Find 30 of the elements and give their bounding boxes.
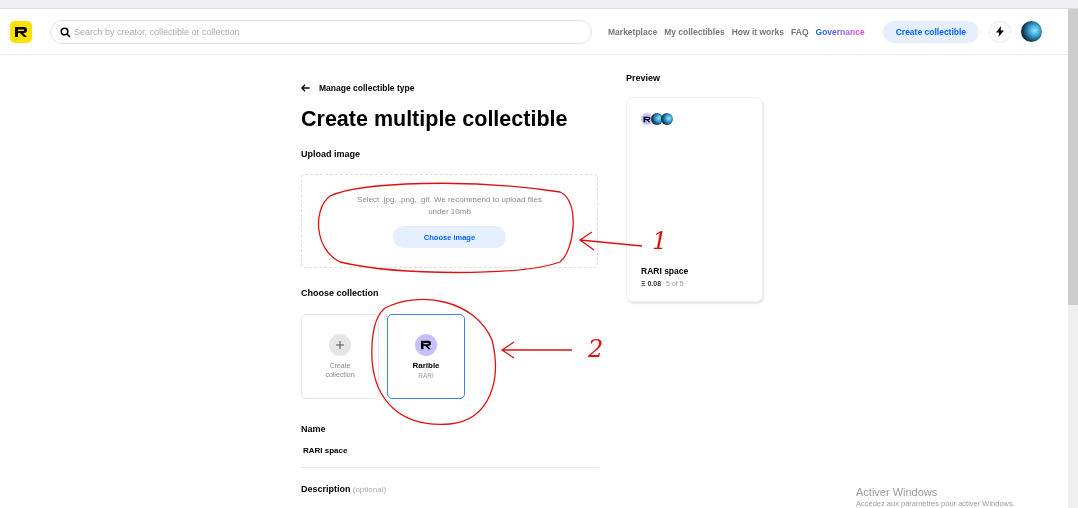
field-label: Name [301,424,327,434]
field-label: Description (optional) [301,484,388,494]
nav-link[interactable]: Marketplace [608,26,658,37]
nav-link[interactable]: How it works [731,26,785,37]
section-heading: Preview [626,73,662,83]
create-collectible-button[interactable]: Create collectible [882,20,980,43]
collection-avatar [415,334,437,356]
back-arrow-icon [301,84,310,92]
lightning-icon[interactable] [989,20,1012,43]
search-field[interactable]: Search by creator, collectible or collection [49,19,592,44]
page-title: Create multiple collectible [301,107,569,131]
annotation-number: 2 [588,336,604,362]
search-icon [59,26,71,38]
back-link[interactable]: Manage collectible type [301,83,598,93]
scrollbar[interactable] [1068,9,1078,508]
avatar[interactable] [1021,21,1042,42]
creator-avatar [661,113,673,125]
collection-name: Rarible [412,361,440,370]
annotation-arrow [578,231,643,251]
section-heading: Upload image [301,149,361,159]
collection-avatar [641,113,653,125]
upload-hint: Select .jpg, .png, .gif. We recommend to upload files under 10mb [356,194,543,218]
nav-link[interactable]: My collectibles [664,26,725,37]
owner-avatar [651,113,663,125]
logo-icon[interactable] [10,20,32,43]
plus-icon [329,334,351,356]
nav-link[interactable]: FAQ [791,26,809,37]
preview-title: RARI space [641,266,690,276]
annotation-number: 1 [652,228,668,254]
section-heading: Choose collection [301,288,380,298]
